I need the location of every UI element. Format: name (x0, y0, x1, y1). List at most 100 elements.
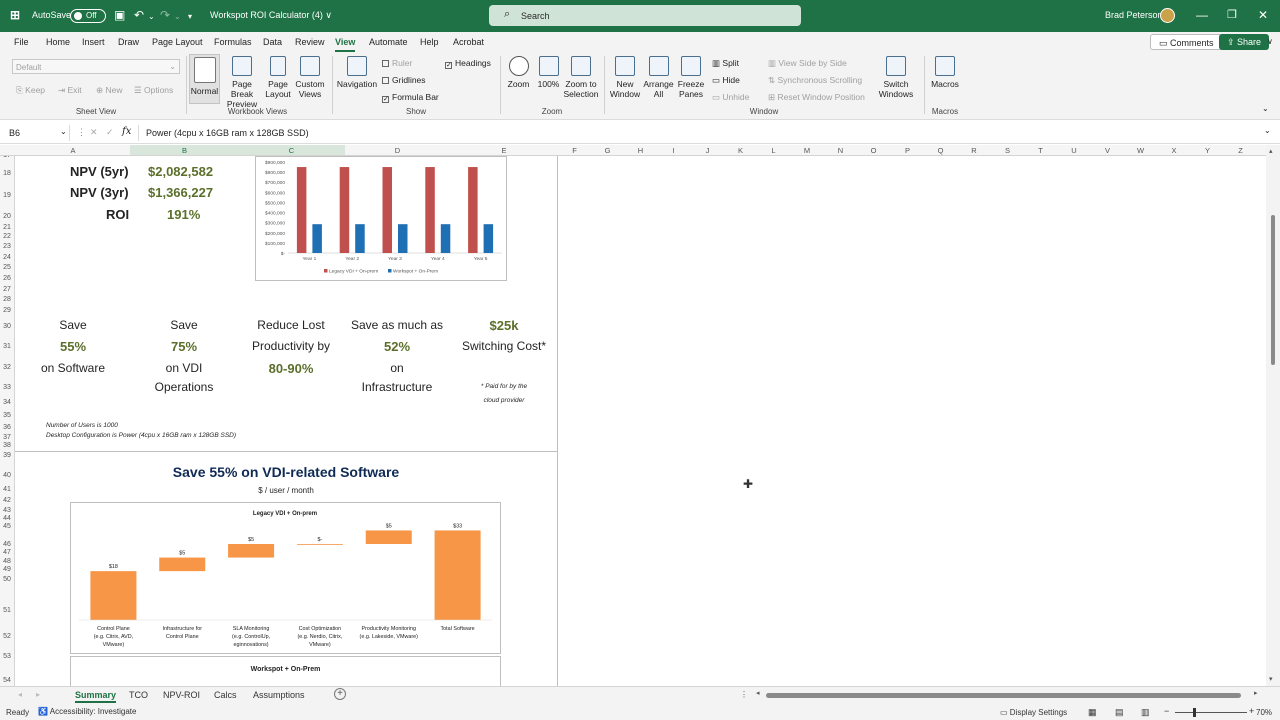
scroll-left-icon[interactable]: ◂ (756, 689, 760, 697)
display-settings-button[interactable]: ▭ Display Settings (1000, 708, 1067, 717)
row-header[interactable]: 30 (0, 323, 14, 330)
gridlines-checkbox[interactable]: Gridlines (382, 75, 426, 85)
next-sheet-icon[interactable]: ▸ (36, 690, 40, 699)
menu-draw[interactable]: Draw (118, 37, 139, 47)
zoom-100-button[interactable]: 100% (535, 56, 562, 89)
name-box[interactable]: B6 ⌄ (4, 125, 70, 141)
menu-automate[interactable]: Automate (369, 37, 408, 47)
expand-formula-bar-icon[interactable]: ⌄ (1264, 126, 1271, 135)
row-header[interactable]: 36 (0, 424, 14, 431)
column-header[interactable]: T (1024, 146, 1057, 155)
ribbon-options-icon[interactable]: ∨ (1267, 37, 1273, 46)
column-header[interactable]: V (1091, 146, 1124, 155)
row-header[interactable]: 43 (0, 507, 14, 514)
share-button[interactable]: ⇪ Share (1219, 34, 1270, 50)
synchronous-scrolling-button[interactable]: ⇅ Synchronous Scrolling (768, 75, 862, 86)
column-header[interactable]: I (657, 146, 690, 155)
row-header[interactable]: 38 (0, 442, 14, 449)
file-title[interactable]: Workspot ROI Calculator (4) ∨ (210, 10, 332, 21)
add-sheet-icon[interactable]: + (334, 688, 346, 700)
collapse-ribbon-icon[interactable]: ⌄ (1262, 104, 1269, 113)
row-header[interactable]: 42 (0, 497, 14, 504)
menu-data[interactable]: Data (263, 37, 282, 47)
normal-view-button[interactable]: Normal (189, 54, 220, 104)
page-layout-view-icon[interactable]: ▤ (1115, 707, 1124, 718)
column-header[interactable]: D (345, 146, 450, 155)
view-side-by-side-button[interactable]: ▥ View Side by Side (768, 58, 847, 69)
column-header[interactable]: H (624, 146, 657, 155)
row-header[interactable]: 21 (0, 224, 14, 231)
row-header[interactable]: 28 (0, 296, 14, 303)
zoom-out-icon[interactable]: − (1164, 706, 1169, 716)
metric-value[interactable]: $1,366,227 (148, 185, 213, 200)
row-header[interactable]: 45 (0, 523, 14, 530)
column-header[interactable]: W (1124, 146, 1157, 155)
tab-splitter-icon[interactable]: ⋮ (740, 690, 748, 699)
scrollbar-thumb[interactable] (766, 693, 1241, 698)
footnote[interactable]: * Paid for by the (462, 383, 546, 390)
zoom-to-selection-button[interactable]: Zoom to Selection (563, 56, 599, 99)
sheet-view-dropdown[interactable]: Default ⌄ (12, 59, 180, 74)
row-header[interactable]: 51 (0, 607, 14, 614)
scroll-right-icon[interactable]: ▸ (1254, 689, 1258, 697)
column-header[interactable]: R (957, 146, 991, 155)
keep-button[interactable]: ⎘ Keep (16, 85, 45, 96)
row-header[interactable]: 18 (0, 170, 14, 177)
row-header[interactable]: 25 (0, 264, 14, 271)
zoom-in-icon[interactable]: + (1249, 706, 1254, 716)
scroll-up-icon[interactable]: ▴ (1269, 147, 1273, 155)
menu-help[interactable]: Help (420, 37, 439, 47)
column-header[interactable]: S (991, 146, 1024, 155)
column-header[interactable]: J (691, 146, 724, 155)
section-subtitle[interactable]: $ / user / month (60, 486, 512, 495)
row-header[interactable]: 20 (0, 213, 14, 220)
row-header[interactable]: 31 (0, 343, 14, 350)
search-box[interactable]: ⌕ Search (489, 5, 801, 26)
switch-windows-button[interactable]: Switch Windows (874, 56, 918, 99)
row-header[interactable]: 33 (0, 384, 14, 391)
menu-page-layout[interactable]: Page Layout (152, 37, 203, 47)
npv-bar-chart[interactable]: $900,000 $800,000 $700,000 $600,000 $500,000… (255, 156, 507, 281)
metric-label[interactable]: NPV (3yr) (70, 185, 129, 200)
column-header[interactable]: L (757, 146, 790, 155)
navigation-button[interactable]: Navigation (336, 56, 378, 89)
row-header[interactable]: 41 (0, 486, 14, 493)
savings-text[interactable]: Productivity by (240, 339, 342, 353)
new-sheet-view-button[interactable]: ⊕ New (96, 85, 123, 96)
savings-text[interactable]: on (346, 361, 448, 375)
column-header[interactable]: M (790, 146, 824, 155)
ruler-checkbox[interactable]: Ruler (382, 58, 412, 68)
menu-view[interactable]: View (335, 37, 356, 52)
reset-window-position-button[interactable]: ⊞ Reset Window Position (768, 92, 865, 103)
column-header[interactable]: C (238, 146, 345, 155)
split-button[interactable]: ▥ Split (712, 58, 739, 69)
column-header[interactable]: E (450, 146, 558, 155)
metric-value[interactable]: 191% (167, 207, 200, 222)
savings-value[interactable]: 52% (346, 339, 448, 354)
insert-function-icon[interactable]: fx (122, 126, 131, 137)
formula-bar-checkbox[interactable]: ✓ Formula Bar (382, 92, 439, 103)
users-note[interactable]: Number of Users is 1000 (46, 422, 118, 429)
sheet-tab-npv-roi[interactable]: NPV-ROI (163, 690, 200, 700)
close-icon[interactable]: ✕ (1258, 9, 1268, 21)
redo-icon[interactable]: ↷ (160, 9, 170, 21)
horizontal-scrollbar[interactable]: ◂ ▸ (756, 690, 1262, 700)
autosave-toggle[interactable]: Off (70, 9, 106, 23)
row-header[interactable]: 54 (0, 677, 14, 684)
row-header[interactable]: 22 (0, 233, 14, 240)
customize-qat-icon[interactable]: ▾ (188, 11, 192, 23)
menu-home[interactable]: Home (46, 37, 70, 47)
savings-text[interactable]: Save (40, 318, 106, 332)
scrollbar-thumb[interactable] (1271, 215, 1275, 365)
save-icon[interactable]: ▣ (114, 9, 125, 21)
vertical-scrollbar[interactable]: ▴ ▾ (1266, 145, 1280, 686)
row-header[interactable]: 47 (0, 549, 14, 556)
savings-text[interactable]: Save as much as (346, 318, 448, 332)
undo-dropdown-icon[interactable]: ⌄ (148, 11, 155, 23)
macros-button[interactable]: Macros (928, 56, 962, 89)
cancel-icon[interactable]: ✕ (90, 127, 98, 138)
row-header[interactable]: 24 (0, 254, 14, 261)
row-header[interactable]: 32 (0, 364, 14, 371)
metric-label[interactable]: NPV (5yr) (70, 164, 129, 179)
software-waterfall-chart[interactable]: Legacy VDI + On-prem $18 Control Plane (e.g… (70, 502, 501, 654)
